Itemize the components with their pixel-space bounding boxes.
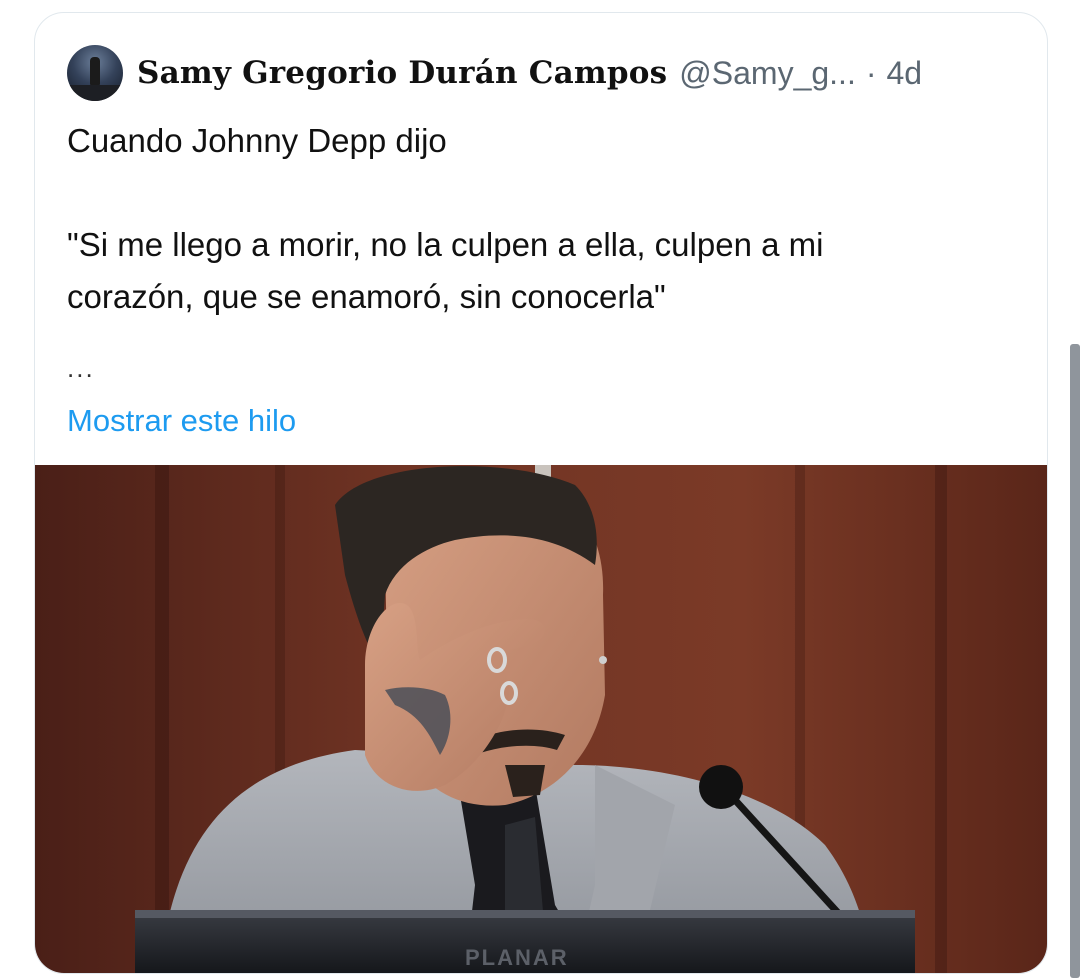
courtroom-photo: PLANAR: [35, 465, 1047, 973]
tweet-card[interactable]: Samy Gregorio Durán Campos @Samy_g... · …: [34, 12, 1048, 974]
tweet-media-image[interactable]: PLANAR: [35, 465, 1047, 973]
wall-panel-line: [155, 465, 169, 973]
tweet-text-line: corazón, que se enamoró, sin conocerla": [67, 278, 666, 315]
tweet-timestamp[interactable]: 4d: [886, 55, 922, 92]
avatar-figure: [90, 57, 100, 85]
author-handle[interactable]: @Samy_g...: [679, 55, 856, 92]
header-separator: ·: [865, 54, 877, 91]
scrollbar[interactable]: [1070, 344, 1080, 978]
tweet-text: Cuando Johnny Depp dijo "Si me llego a m…: [67, 115, 1017, 323]
avatar[interactable]: [67, 45, 123, 101]
avatar-ground: [67, 85, 123, 101]
author-display-name[interactable]: Samy Gregorio Durán Campos: [137, 55, 667, 91]
microphone-head: [699, 765, 743, 809]
podium-text: PLANAR: [465, 945, 569, 970]
wall-panel-line: [935, 465, 947, 973]
truncation-ellipsis: ...: [67, 353, 95, 383]
show-thread-link[interactable]: Mostrar este hilo: [67, 403, 296, 439]
tweet-text-line: "Si me llego a morir, no la culpen a ell…: [67, 226, 824, 263]
podium-edge: [135, 910, 915, 918]
screen: Samy Gregorio Durán Campos @Samy_g... · …: [0, 0, 1080, 978]
tweet-header: Samy Gregorio Durán Campos @Samy_g... · …: [67, 43, 1027, 103]
earring: [599, 656, 607, 664]
tweet-text-line: Cuando Johnny Depp dijo: [67, 122, 447, 159]
